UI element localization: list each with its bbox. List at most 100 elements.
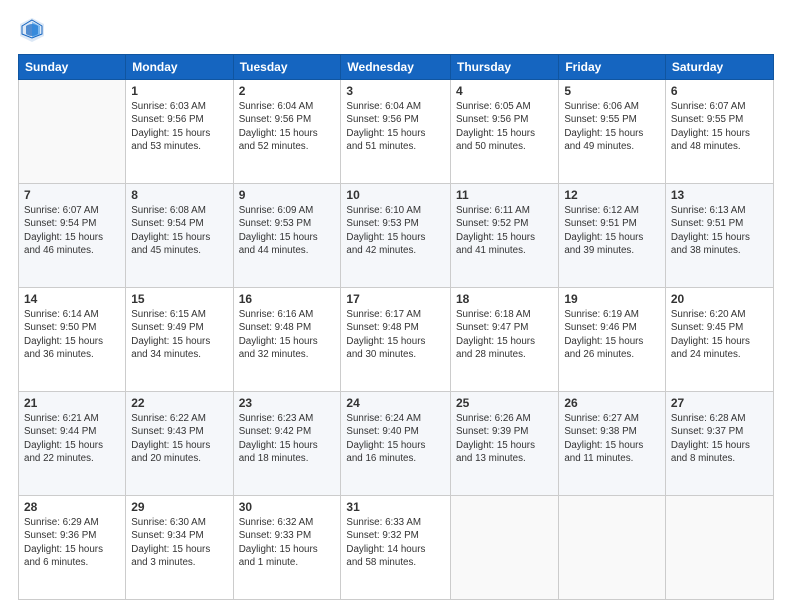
calendar-day-cell: 22Sunrise: 6:22 AM Sunset: 9:43 PM Dayli… (126, 392, 233, 496)
day-number: 14 (24, 291, 120, 307)
day-number: 1 (131, 83, 227, 99)
day-info: Sunrise: 6:18 AM Sunset: 9:47 PM Dayligh… (456, 308, 553, 361)
day-number: 28 (24, 499, 120, 515)
calendar-day-cell: 13Sunrise: 6:13 AM Sunset: 9:51 PM Dayli… (665, 184, 773, 288)
calendar-day-cell: 11Sunrise: 6:11 AM Sunset: 9:52 PM Dayli… (451, 184, 559, 288)
calendar-day-cell (559, 496, 666, 600)
day-number: 2 (239, 83, 336, 99)
day-info: Sunrise: 6:05 AM Sunset: 9:56 PM Dayligh… (456, 100, 553, 153)
day-info: Sunrise: 6:04 AM Sunset: 9:56 PM Dayligh… (239, 100, 336, 153)
calendar-day-cell: 25Sunrise: 6:26 AM Sunset: 9:39 PM Dayli… (451, 392, 559, 496)
day-info: Sunrise: 6:07 AM Sunset: 9:54 PM Dayligh… (24, 204, 120, 257)
calendar-day-cell: 28Sunrise: 6:29 AM Sunset: 9:36 PM Dayli… (19, 496, 126, 600)
calendar-header-row: SundayMondayTuesdayWednesdayThursdayFrid… (19, 55, 774, 80)
day-number: 16 (239, 291, 336, 307)
day-info: Sunrise: 6:12 AM Sunset: 9:51 PM Dayligh… (564, 204, 660, 257)
calendar-day-cell: 30Sunrise: 6:32 AM Sunset: 9:33 PM Dayli… (233, 496, 341, 600)
calendar-day-cell: 5Sunrise: 6:06 AM Sunset: 9:55 PM Daylig… (559, 80, 666, 184)
day-number: 12 (564, 187, 660, 203)
day-info: Sunrise: 6:03 AM Sunset: 9:56 PM Dayligh… (131, 100, 227, 153)
calendar-day-cell (451, 496, 559, 600)
day-info: Sunrise: 6:07 AM Sunset: 9:55 PM Dayligh… (671, 100, 768, 153)
calendar-day-cell: 27Sunrise: 6:28 AM Sunset: 9:37 PM Dayli… (665, 392, 773, 496)
day-info: Sunrise: 6:21 AM Sunset: 9:44 PM Dayligh… (24, 412, 120, 465)
calendar-day-cell: 24Sunrise: 6:24 AM Sunset: 9:40 PM Dayli… (341, 392, 451, 496)
day-number: 21 (24, 395, 120, 411)
calendar-day-cell: 17Sunrise: 6:17 AM Sunset: 9:48 PM Dayli… (341, 288, 451, 392)
calendar-day-cell: 26Sunrise: 6:27 AM Sunset: 9:38 PM Dayli… (559, 392, 666, 496)
day-number: 11 (456, 187, 553, 203)
day-info: Sunrise: 6:20 AM Sunset: 9:45 PM Dayligh… (671, 308, 768, 361)
calendar-day-cell (19, 80, 126, 184)
day-info: Sunrise: 6:24 AM Sunset: 9:40 PM Dayligh… (346, 412, 445, 465)
calendar-day-cell: 12Sunrise: 6:12 AM Sunset: 9:51 PM Dayli… (559, 184, 666, 288)
day-info: Sunrise: 6:13 AM Sunset: 9:51 PM Dayligh… (671, 204, 768, 257)
day-info: Sunrise: 6:26 AM Sunset: 9:39 PM Dayligh… (456, 412, 553, 465)
day-number: 25 (456, 395, 553, 411)
calendar-day-cell: 14Sunrise: 6:14 AM Sunset: 9:50 PM Dayli… (19, 288, 126, 392)
calendar-day-cell: 1Sunrise: 6:03 AM Sunset: 9:56 PM Daylig… (126, 80, 233, 184)
calendar-day-cell: 29Sunrise: 6:30 AM Sunset: 9:34 PM Dayli… (126, 496, 233, 600)
day-number: 5 (564, 83, 660, 99)
day-number: 31 (346, 499, 445, 515)
day-info: Sunrise: 6:22 AM Sunset: 9:43 PM Dayligh… (131, 412, 227, 465)
calendar-header-friday: Friday (559, 55, 666, 80)
calendar-header-monday: Monday (126, 55, 233, 80)
calendar-day-cell: 21Sunrise: 6:21 AM Sunset: 9:44 PM Dayli… (19, 392, 126, 496)
day-info: Sunrise: 6:08 AM Sunset: 9:54 PM Dayligh… (131, 204, 227, 257)
day-number: 8 (131, 187, 227, 203)
day-number: 30 (239, 499, 336, 515)
calendar-day-cell: 16Sunrise: 6:16 AM Sunset: 9:48 PM Dayli… (233, 288, 341, 392)
day-info: Sunrise: 6:06 AM Sunset: 9:55 PM Dayligh… (564, 100, 660, 153)
day-number: 15 (131, 291, 227, 307)
calendar-header-thursday: Thursday (451, 55, 559, 80)
day-info: Sunrise: 6:30 AM Sunset: 9:34 PM Dayligh… (131, 516, 227, 569)
calendar-day-cell: 23Sunrise: 6:23 AM Sunset: 9:42 PM Dayli… (233, 392, 341, 496)
day-number: 7 (24, 187, 120, 203)
day-number: 3 (346, 83, 445, 99)
calendar-day-cell: 3Sunrise: 6:04 AM Sunset: 9:56 PM Daylig… (341, 80, 451, 184)
day-info: Sunrise: 6:16 AM Sunset: 9:48 PM Dayligh… (239, 308, 336, 361)
day-info: Sunrise: 6:29 AM Sunset: 9:36 PM Dayligh… (24, 516, 120, 569)
day-info: Sunrise: 6:33 AM Sunset: 9:32 PM Dayligh… (346, 516, 445, 569)
calendar-week-row: 21Sunrise: 6:21 AM Sunset: 9:44 PM Dayli… (19, 392, 774, 496)
day-info: Sunrise: 6:27 AM Sunset: 9:38 PM Dayligh… (564, 412, 660, 465)
day-number: 27 (671, 395, 768, 411)
day-info: Sunrise: 6:19 AM Sunset: 9:46 PM Dayligh… (564, 308, 660, 361)
calendar-header-sunday: Sunday (19, 55, 126, 80)
calendar-day-cell: 18Sunrise: 6:18 AM Sunset: 9:47 PM Dayli… (451, 288, 559, 392)
calendar-day-cell: 10Sunrise: 6:10 AM Sunset: 9:53 PM Dayli… (341, 184, 451, 288)
day-number: 22 (131, 395, 227, 411)
day-number: 23 (239, 395, 336, 411)
page-header (18, 16, 774, 44)
day-info: Sunrise: 6:32 AM Sunset: 9:33 PM Dayligh… (239, 516, 336, 569)
calendar-header-saturday: Saturday (665, 55, 773, 80)
calendar-week-row: 7Sunrise: 6:07 AM Sunset: 9:54 PM Daylig… (19, 184, 774, 288)
day-info: Sunrise: 6:09 AM Sunset: 9:53 PM Dayligh… (239, 204, 336, 257)
calendar-day-cell (665, 496, 773, 600)
calendar-day-cell: 2Sunrise: 6:04 AM Sunset: 9:56 PM Daylig… (233, 80, 341, 184)
day-number: 13 (671, 187, 768, 203)
day-number: 10 (346, 187, 445, 203)
day-info: Sunrise: 6:17 AM Sunset: 9:48 PM Dayligh… (346, 308, 445, 361)
day-number: 24 (346, 395, 445, 411)
day-number: 19 (564, 291, 660, 307)
day-number: 26 (564, 395, 660, 411)
day-number: 17 (346, 291, 445, 307)
logo (18, 16, 50, 44)
day-info: Sunrise: 6:23 AM Sunset: 9:42 PM Dayligh… (239, 412, 336, 465)
day-info: Sunrise: 6:15 AM Sunset: 9:49 PM Dayligh… (131, 308, 227, 361)
calendar-day-cell: 7Sunrise: 6:07 AM Sunset: 9:54 PM Daylig… (19, 184, 126, 288)
calendar-week-row: 1Sunrise: 6:03 AM Sunset: 9:56 PM Daylig… (19, 80, 774, 184)
calendar-day-cell: 8Sunrise: 6:08 AM Sunset: 9:54 PM Daylig… (126, 184, 233, 288)
day-number: 4 (456, 83, 553, 99)
calendar-day-cell: 9Sunrise: 6:09 AM Sunset: 9:53 PM Daylig… (233, 184, 341, 288)
calendar-day-cell: 20Sunrise: 6:20 AM Sunset: 9:45 PM Dayli… (665, 288, 773, 392)
calendar-header-tuesday: Tuesday (233, 55, 341, 80)
day-info: Sunrise: 6:04 AM Sunset: 9:56 PM Dayligh… (346, 100, 445, 153)
day-info: Sunrise: 6:11 AM Sunset: 9:52 PM Dayligh… (456, 204, 553, 257)
calendar-day-cell: 31Sunrise: 6:33 AM Sunset: 9:32 PM Dayli… (341, 496, 451, 600)
calendar-day-cell: 4Sunrise: 6:05 AM Sunset: 9:56 PM Daylig… (451, 80, 559, 184)
calendar-table: SundayMondayTuesdayWednesdayThursdayFrid… (18, 54, 774, 600)
day-number: 6 (671, 83, 768, 99)
